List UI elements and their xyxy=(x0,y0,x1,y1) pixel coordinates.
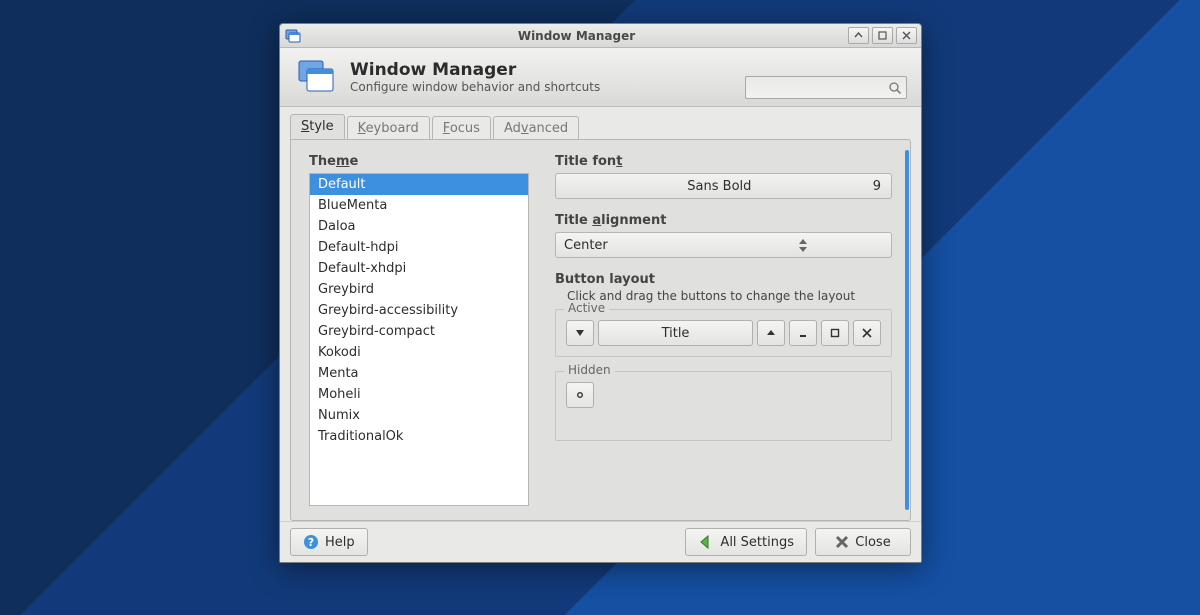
layout-stick-button[interactable] xyxy=(566,382,594,408)
theme-item[interactable]: Menta xyxy=(310,363,528,384)
title-font-size: 9 xyxy=(873,179,881,194)
back-arrow-icon xyxy=(698,534,714,550)
header-subtitle: Configure window behavior and shortcuts xyxy=(350,80,600,94)
settings-tabs: Style Keyboard Focus Advanced xyxy=(290,113,911,139)
app-icon xyxy=(284,27,302,45)
minimize-icon xyxy=(798,328,808,338)
tab-advanced[interactable]: Advanced xyxy=(493,116,579,140)
menu-triangle-icon xyxy=(575,328,585,338)
shade-up-icon xyxy=(766,328,776,338)
tab-keyboard[interactable]: Keyboard xyxy=(347,116,430,140)
theme-item[interactable]: BlueMenta xyxy=(310,195,528,216)
theme-item[interactable]: Greybird xyxy=(310,279,528,300)
window-close-button[interactable] xyxy=(896,27,917,44)
close-x-icon xyxy=(862,328,872,338)
layout-shade-button[interactable] xyxy=(757,320,785,346)
theme-item[interactable]: Default-hdpi xyxy=(310,237,528,258)
window-title: Window Manager xyxy=(308,29,845,43)
all-settings-button[interactable]: All Settings xyxy=(685,528,807,556)
theme-item[interactable]: Moheli xyxy=(310,384,528,405)
button-layout-label: Button layout xyxy=(555,272,892,287)
theme-item[interactable]: Greybird-compact xyxy=(310,321,528,342)
theme-item[interactable]: Kokodi xyxy=(310,342,528,363)
close-button[interactable]: Close xyxy=(815,528,911,556)
layout-title-area[interactable]: Title xyxy=(598,320,753,346)
theme-item[interactable]: Greybird-accessibility xyxy=(310,300,528,321)
tab-style[interactable]: Style xyxy=(290,114,345,139)
svg-text:?: ? xyxy=(308,536,314,549)
title-alignment-label: Title alignment xyxy=(555,213,892,228)
window-manager-dialog: Window Manager Window Manager xyxy=(279,23,922,563)
title-font-label: Title font xyxy=(555,154,892,169)
theme-label: Theme xyxy=(309,154,529,169)
theme-list[interactable]: DefaultBlueMentaDaloaDefault-hdpiDefault… xyxy=(309,173,529,506)
close-icon xyxy=(835,535,849,549)
layout-maximize-button[interactable] xyxy=(821,320,849,346)
dialog-actionbar: ? Help All Settings Close xyxy=(280,521,921,562)
theme-item[interactable]: Numix xyxy=(310,405,528,426)
header-title: Window Manager xyxy=(350,60,600,80)
hidden-legend: Hidden xyxy=(564,363,615,377)
theme-item[interactable]: Daloa xyxy=(310,216,528,237)
dialog-header: Window Manager Configure window behavior… xyxy=(280,48,921,107)
style-page: Theme DefaultBlueMentaDaloaDefault-hdpiD… xyxy=(290,139,911,521)
layout-close-button[interactable] xyxy=(853,320,881,346)
title-alignment-combo[interactable]: Center xyxy=(555,232,892,258)
help-icon: ? xyxy=(303,534,319,550)
maximize-icon xyxy=(830,328,840,338)
help-button[interactable]: ? Help xyxy=(290,528,368,556)
hidden-buttons-group: Hidden xyxy=(555,371,892,441)
button-layout-hint: Click and drag the buttons to change the… xyxy=(567,289,892,303)
window-rollup-button[interactable] xyxy=(848,27,869,44)
layout-menu-button[interactable] xyxy=(566,320,594,346)
stick-circle-icon xyxy=(575,390,585,400)
window-manager-icon xyxy=(294,54,340,100)
title-alignment-value: Center xyxy=(564,238,724,253)
settings-search-input[interactable] xyxy=(745,76,907,99)
combo-stepper-icon xyxy=(724,239,884,252)
title-font-name: Sans Bold xyxy=(566,179,873,194)
tab-focus[interactable]: Focus xyxy=(432,116,491,140)
layout-minimize-button[interactable] xyxy=(789,320,817,346)
theme-item[interactable]: Default-xhdpi xyxy=(310,258,528,279)
active-buttons-group: Active Title xyxy=(555,309,892,357)
window-maximize-button[interactable] xyxy=(872,27,893,44)
window-titlebar[interactable]: Window Manager xyxy=(280,24,921,48)
theme-item[interactable]: Default xyxy=(310,174,528,195)
theme-item[interactable]: TraditionalOk xyxy=(310,426,528,447)
active-legend: Active xyxy=(564,301,609,315)
title-font-button[interactable]: Sans Bold 9 xyxy=(555,173,892,199)
search-icon xyxy=(888,81,902,95)
